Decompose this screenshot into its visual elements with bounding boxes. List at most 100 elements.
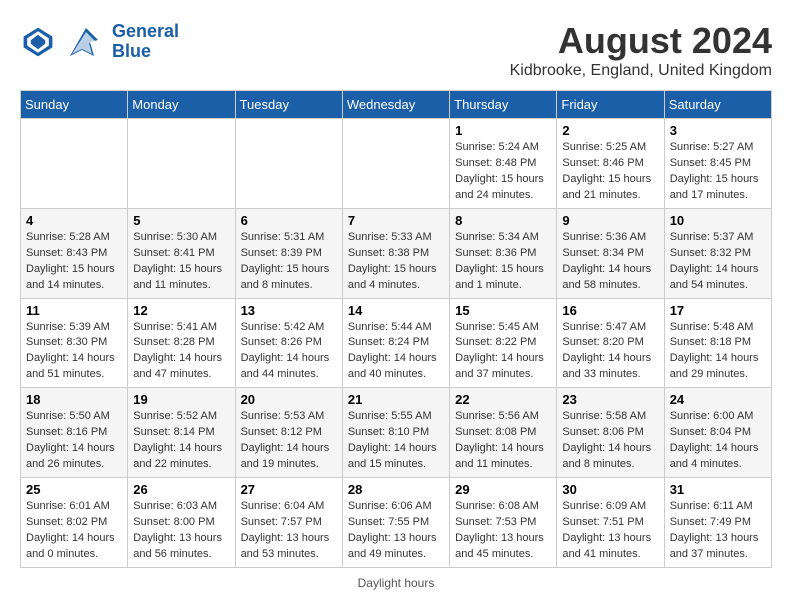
logo-text: General Blue bbox=[112, 22, 179, 62]
footer-text: Daylight hours bbox=[358, 576, 435, 590]
day-info: Sunrise: 5:56 AM Sunset: 8:08 PM Dayligh… bbox=[455, 409, 551, 473]
day-cell: 27 Sunrise: 6:04 AM Sunset: 7:57 PM Dayli… bbox=[235, 478, 342, 568]
logo: General Blue bbox=[20, 20, 179, 64]
day-number: 8 bbox=[455, 213, 551, 228]
day-number: 30 bbox=[562, 482, 658, 497]
day-cell: 4 Sunrise: 5:28 AM Sunset: 8:43 PM Daylig… bbox=[21, 208, 128, 298]
day-number: 20 bbox=[241, 392, 337, 407]
day-cell: 12Sunrise: 5:41 AM Sunset: 8:28 PM Dayli… bbox=[128, 298, 235, 388]
day-number: 26 bbox=[133, 482, 229, 497]
day-cell: 29 Sunrise: 6:08 AM Sunset: 7:53 PM Dayli… bbox=[450, 478, 557, 568]
footer: Daylight hours bbox=[20, 576, 772, 590]
day-cell: 20 Sunrise: 5:53 AM Sunset: 8:12 PM Dayli… bbox=[235, 388, 342, 478]
day-number: 25 bbox=[26, 482, 122, 497]
header-monday: Monday bbox=[128, 91, 235, 119]
day-cell: 25 Sunrise: 6:01 AM Sunset: 8:02 PM Dayli… bbox=[21, 478, 128, 568]
day-info: Sunrise: 6:03 AM Sunset: 8:00 PM Dayligh… bbox=[133, 499, 229, 563]
day-number: 11 bbox=[26, 303, 122, 318]
day-cell: 24 Sunrise: 6:00 AM Sunset: 8:04 PM Dayli… bbox=[664, 388, 771, 478]
logo-icon bbox=[20, 24, 56, 60]
day-number: 24 bbox=[670, 392, 766, 407]
day-cell: 26 Sunrise: 6:03 AM Sunset: 8:00 PM Dayli… bbox=[128, 478, 235, 568]
day-info: Sunrise: 5:39 AM Sunset: 8:30 PM Dayligh… bbox=[26, 320, 122, 384]
day-info: Sunrise: 5:58 AM Sunset: 8:06 PM Dayligh… bbox=[562, 409, 658, 473]
day-number: 14 bbox=[348, 303, 444, 318]
day-number: 2 bbox=[562, 123, 658, 138]
day-number: 5 bbox=[133, 213, 229, 228]
subtitle: Kidbrooke, England, United Kingdom bbox=[510, 62, 772, 80]
day-info: Sunrise: 6:04 AM Sunset: 7:57 PM Dayligh… bbox=[241, 499, 337, 563]
day-number: 21 bbox=[348, 392, 444, 407]
day-cell: 31 Sunrise: 6:11 AM Sunset: 7:49 PM Dayli… bbox=[664, 478, 771, 568]
day-info: Sunrise: 5:27 AM Sunset: 8:45 PM Dayligh… bbox=[670, 140, 766, 204]
header-row: SundayMondayTuesdayWednesdayThursdayFrid… bbox=[21, 91, 772, 119]
day-number: 27 bbox=[241, 482, 337, 497]
day-number: 28 bbox=[348, 482, 444, 497]
day-cell: 16Sunrise: 5:47 AM Sunset: 8:20 PM Dayli… bbox=[557, 298, 664, 388]
day-cell: 14 Sunrise: 5:44 AM Sunset: 8:24 PM Dayli… bbox=[342, 298, 449, 388]
header-thursday: Thursday bbox=[450, 91, 557, 119]
day-number: 4 bbox=[26, 213, 122, 228]
day-cell: 5 Sunrise: 5:30 AM Sunset: 8:41 PM Daylig… bbox=[128, 208, 235, 298]
day-cell bbox=[21, 119, 128, 209]
day-number: 22 bbox=[455, 392, 551, 407]
day-cell: 28 Sunrise: 6:06 AM Sunset: 7:55 PM Dayli… bbox=[342, 478, 449, 568]
day-cell bbox=[235, 119, 342, 209]
day-info: Sunrise: 6:00 AM Sunset: 8:04 PM Dayligh… bbox=[670, 409, 766, 473]
day-info: Sunrise: 5:52 AM Sunset: 8:14 PM Dayligh… bbox=[133, 409, 229, 473]
day-cell: 1 Sunrise: 5:24 AM Sunset: 8:48 PM Daylig… bbox=[450, 119, 557, 209]
day-number: 12 bbox=[133, 303, 229, 318]
day-info: Sunrise: 5:24 AM Sunset: 8:48 PM Dayligh… bbox=[455, 140, 551, 204]
day-cell: 6Sunrise: 5:31 AM Sunset: 8:39 PM Daylig… bbox=[235, 208, 342, 298]
week-row-4: 18Sunrise: 5:50 AM Sunset: 8:16 PM Dayli… bbox=[21, 388, 772, 478]
day-info: Sunrise: 5:44 AM Sunset: 8:24 PM Dayligh… bbox=[348, 320, 444, 384]
header-saturday: Saturday bbox=[664, 91, 771, 119]
day-cell bbox=[342, 119, 449, 209]
day-cell: 21 Sunrise: 5:55 AM Sunset: 8:10 PM Dayli… bbox=[342, 388, 449, 478]
day-cell: 13 Sunrise: 5:42 AM Sunset: 8:26 PM Dayli… bbox=[235, 298, 342, 388]
day-cell: 22 Sunrise: 5:56 AM Sunset: 8:08 PM Dayli… bbox=[450, 388, 557, 478]
day-number: 1 bbox=[455, 123, 551, 138]
week-row-1: 1 Sunrise: 5:24 AM Sunset: 8:48 PM Daylig… bbox=[21, 119, 772, 209]
day-number: 29 bbox=[455, 482, 551, 497]
day-cell bbox=[128, 119, 235, 209]
day-info: Sunrise: 5:45 AM Sunset: 8:22 PM Dayligh… bbox=[455, 320, 551, 384]
day-info: Sunrise: 6:01 AM Sunset: 8:02 PM Dayligh… bbox=[26, 499, 122, 563]
day-info: Sunrise: 5:42 AM Sunset: 8:26 PM Dayligh… bbox=[241, 320, 337, 384]
day-cell: 18Sunrise: 5:50 AM Sunset: 8:16 PM Dayli… bbox=[21, 388, 128, 478]
week-row-3: 11 Sunrise: 5:39 AM Sunset: 8:30 PM Dayli… bbox=[21, 298, 772, 388]
header-tuesday: Tuesday bbox=[235, 91, 342, 119]
day-number: 23 bbox=[562, 392, 658, 407]
header-friday: Friday bbox=[557, 91, 664, 119]
day-cell: 10 Sunrise: 5:37 AM Sunset: 8:32 PM Dayli… bbox=[664, 208, 771, 298]
header-sunday: Sunday bbox=[21, 91, 128, 119]
day-cell: 7Sunrise: 5:33 AM Sunset: 8:38 PM Daylig… bbox=[342, 208, 449, 298]
day-info: Sunrise: 6:09 AM Sunset: 7:51 PM Dayligh… bbox=[562, 499, 658, 563]
day-number: 10 bbox=[670, 213, 766, 228]
header-wednesday: Wednesday bbox=[342, 91, 449, 119]
title-section: August 2024 Kidbrooke, England, United K… bbox=[510, 20, 772, 80]
day-number: 18 bbox=[26, 392, 122, 407]
day-info: Sunrise: 5:30 AM Sunset: 8:41 PM Dayligh… bbox=[133, 230, 229, 294]
day-cell: 11 Sunrise: 5:39 AM Sunset: 8:30 PM Dayli… bbox=[21, 298, 128, 388]
day-number: 13 bbox=[241, 303, 337, 318]
day-cell: 15 Sunrise: 5:45 AM Sunset: 8:22 PM Dayli… bbox=[450, 298, 557, 388]
day-info: Sunrise: 5:34 AM Sunset: 8:36 PM Dayligh… bbox=[455, 230, 551, 294]
day-info: Sunrise: 5:25 AM Sunset: 8:46 PM Dayligh… bbox=[562, 140, 658, 204]
day-info: Sunrise: 6:11 AM Sunset: 7:49 PM Dayligh… bbox=[670, 499, 766, 563]
day-number: 31 bbox=[670, 482, 766, 497]
day-cell: 23 Sunrise: 5:58 AM Sunset: 8:06 PM Dayli… bbox=[557, 388, 664, 478]
day-number: 3 bbox=[670, 123, 766, 138]
day-info: Sunrise: 5:37 AM Sunset: 8:32 PM Dayligh… bbox=[670, 230, 766, 294]
day-info: Sunrise: 5:53 AM Sunset: 8:12 PM Dayligh… bbox=[241, 409, 337, 473]
day-number: 9 bbox=[562, 213, 658, 228]
day-number: 7 bbox=[348, 213, 444, 228]
day-number: 17 bbox=[670, 303, 766, 318]
day-number: 15 bbox=[455, 303, 551, 318]
logo-line1: General bbox=[112, 21, 179, 41]
day-info: Sunrise: 5:28 AM Sunset: 8:43 PM Dayligh… bbox=[26, 230, 122, 294]
day-info: Sunrise: 6:06 AM Sunset: 7:55 PM Dayligh… bbox=[348, 499, 444, 563]
day-info: Sunrise: 6:08 AM Sunset: 7:53 PM Dayligh… bbox=[455, 499, 551, 563]
day-info: Sunrise: 5:36 AM Sunset: 8:34 PM Dayligh… bbox=[562, 230, 658, 294]
day-info: Sunrise: 5:55 AM Sunset: 8:10 PM Dayligh… bbox=[348, 409, 444, 473]
